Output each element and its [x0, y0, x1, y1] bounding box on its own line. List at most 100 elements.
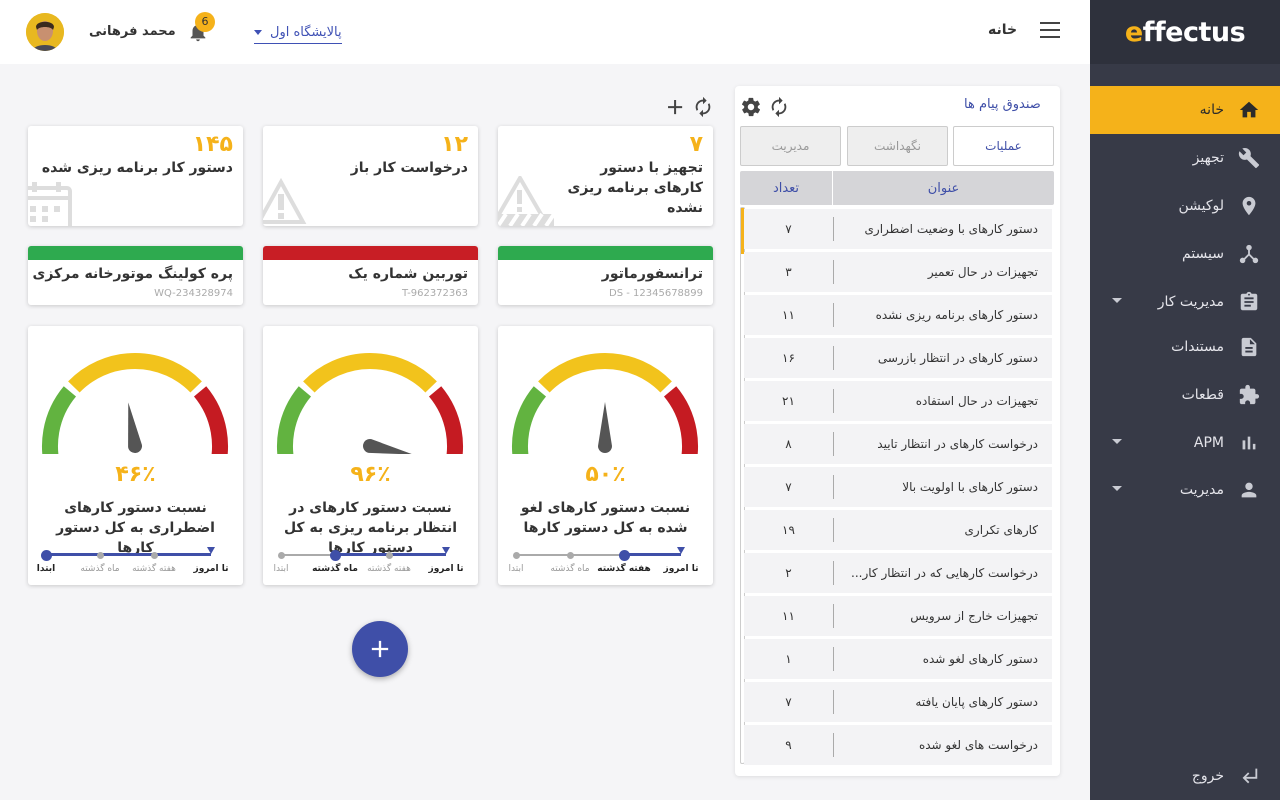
inbox-row[interactable]: تجهیزات در حال تعمیر ۳ — [744, 252, 1052, 292]
slider-handle[interactable] — [329, 549, 341, 561]
column-header-title[interactable]: عنوان — [833, 181, 1054, 196]
sidebar-item-work-management[interactable]: مدیریت کار — [1090, 278, 1280, 326]
tab-operations[interactable]: عملیات — [953, 126, 1054, 166]
add-widget-button[interactable] — [664, 96, 686, 118]
inbox-row-count: ۷ — [785, 480, 792, 494]
slider-label: ابتدا — [508, 564, 524, 574]
column-divider — [833, 733, 834, 757]
slider-label: هفته گذشته — [597, 564, 651, 574]
slider-tick[interactable] — [150, 551, 158, 559]
gauge-card-cancelled-ratio[interactable]: ۵۰٪ نسبت دستور کارهای لغو شده به کل دستو… — [498, 326, 713, 585]
sidebar-item-equipment[interactable]: تجهیز — [1090, 134, 1280, 182]
slider-end-marker[interactable] — [677, 547, 685, 554]
gauge-needle — [363, 439, 412, 454]
sidebar-item-admin[interactable]: مدیریت — [1090, 466, 1280, 514]
inbox-row[interactable]: تجهیزات در حال استفاده ۲۱ — [744, 381, 1052, 421]
effectus-logo[interactable]: effectus — [1090, 0, 1280, 64]
column-divider — [833, 561, 834, 585]
sidebar-item-parts[interactable]: قطعات — [1090, 371, 1280, 419]
gauge-yellow-segment — [538, 353, 672, 393]
inbox-title: صندوق پیام ها — [964, 97, 1041, 112]
gauge-green-segment — [512, 386, 547, 454]
stat-card-unplanned-equipment[interactable]: ۷ تجهیز با دستور کارهای برنامه ریزی نشده — [498, 126, 713, 226]
inbox-row-title: دستور کارهای با اولویت بالا — [902, 480, 1038, 494]
gauge-needle — [128, 402, 142, 453]
slider-label: ماه گذشته — [80, 564, 120, 574]
inbox-row[interactable]: دستور کارهای با وضعیت اضطراری ۷ — [744, 209, 1052, 249]
slider-handle[interactable] — [40, 549, 52, 561]
inbox-row[interactable]: درخواست کارهای در انتظار تایید ۸ — [744, 424, 1052, 464]
asset-card-turbine[interactable]: توربین شماره یک T-962372363 — [263, 246, 478, 305]
inbox-row-title: درخواست کارهایی که در انتظار کار... — [851, 566, 1038, 580]
slider-end-marker[interactable] — [442, 547, 450, 554]
inbox-row-count: ۲ — [785, 566, 792, 580]
slider-end-marker[interactable] — [207, 547, 215, 554]
inbox-refresh-button[interactable] — [768, 96, 790, 118]
inbox-row-count: ۱ — [785, 652, 792, 666]
avatar[interactable] — [26, 13, 64, 51]
slider-label: ابتدا — [36, 564, 56, 574]
sidebar-item-documents[interactable]: مستندات — [1090, 323, 1280, 371]
refresh-dashboard-button[interactable] — [692, 96, 714, 118]
gauge-card-pending-planning-ratio[interactable]: ۹۶٪ نسبت دستور کارهای در انتظار برنامه ر… — [263, 326, 478, 585]
column-divider — [833, 604, 834, 628]
slider-tick[interactable] — [277, 551, 285, 559]
inbox-row-count: ۳ — [785, 265, 792, 279]
refresh-icon — [771, 96, 787, 118]
sidebar-item-label: مدیریت کار — [1157, 294, 1224, 310]
sidebar-item-label: سیستم — [1182, 246, 1224, 262]
tab-management[interactable]: مدیریت — [740, 126, 841, 166]
column-header-count[interactable]: تعداد — [740, 181, 832, 196]
clipboard-icon — [1236, 289, 1262, 315]
inbox-row[interactable]: دستور کارهای پایان یافته ۷ — [744, 682, 1052, 722]
logout-button[interactable]: خروج — [1090, 752, 1280, 800]
slider-tick[interactable] — [566, 551, 574, 559]
asset-card-transformer[interactable]: ترانسفورماتور DS - 12345678899 — [498, 246, 713, 305]
refresh-icon — [695, 96, 711, 118]
column-divider — [833, 303, 834, 327]
tab-maintenance[interactable]: نگهداشت — [847, 126, 948, 166]
column-divider — [833, 475, 834, 499]
sidebar-item-home[interactable]: خانه — [1090, 86, 1280, 134]
sidebar-item-location[interactable]: لوکیشن — [1090, 182, 1280, 230]
inbox-row-title: درخواست های لغو شده — [918, 738, 1038, 752]
inbox-settings-button[interactable] — [740, 96, 762, 118]
sidebar-item-apm[interactable]: APM — [1090, 419, 1280, 467]
logout-arrow-icon — [1236, 763, 1262, 789]
warning-barricade-icon — [498, 176, 556, 226]
inbox-row[interactable]: دستور کارهای با اولویت بالا ۷ — [744, 467, 1052, 507]
asset-code: T-962372363 — [401, 288, 468, 299]
chevron-down-icon[interactable] — [1112, 439, 1122, 444]
inbox-row[interactable]: تجهیزات خارج از سرویس ۱۱ — [744, 596, 1052, 636]
inbox-row[interactable]: درخواست کارهایی که در انتظار کار... ۲ — [744, 553, 1052, 593]
slider-handle[interactable] — [618, 549, 630, 561]
notification-bell[interactable]: 6 — [187, 12, 215, 44]
inbox-row[interactable]: کارهای تکراری ۱۹ — [744, 510, 1052, 550]
inbox-row[interactable]: دستور کارهای لغو شده ۱ — [744, 639, 1052, 679]
inbox-row[interactable]: دستور کارهای برنامه ریزی نشده ۱۱ — [744, 295, 1052, 335]
slider-tick[interactable] — [385, 551, 393, 559]
site-select[interactable]: پالایشگاه اول — [254, 22, 342, 44]
date-range-slider[interactable]: ابتدا ماه گذشته هفته گذشته تا امروز — [37, 547, 228, 574]
asset-card-cooling-fan[interactable]: پره کولینگ موتورخانه مرکزی WQ-234328974 — [28, 246, 243, 305]
date-range-slider[interactable]: ابتدا ماه گذشته هفته گذشته تا امروز — [274, 547, 463, 574]
slider-tick[interactable] — [512, 551, 520, 559]
add-widget-fab[interactable] — [352, 621, 408, 677]
page-title: خانه — [988, 22, 1018, 38]
stat-card-planned-workorders[interactable]: ۱۴۵ دستور کار برنامه ریزی شده — [28, 126, 243, 226]
person-icon — [1236, 477, 1262, 503]
hamburger-menu-icon[interactable] — [1040, 22, 1060, 38]
chevron-down-icon[interactable] — [1112, 298, 1122, 303]
slider-tick[interactable] — [96, 551, 104, 559]
gauge-card-emergency-ratio[interactable]: ۴۶٪ نسبت دستور کارهای اضطراری به کل دستو… — [28, 326, 243, 585]
inbox-row[interactable]: درخواست های لغو شده ۹ — [744, 725, 1052, 765]
date-range-slider[interactable]: ابتدا ماه گذشته هفته گذشته تا امروز — [509, 547, 698, 574]
stat-card-open-requests[interactable]: ۱۲ درخواست کار باز — [263, 126, 478, 226]
inbox-row[interactable]: دستور کارهای در انتظار بازرسی ۱۶ — [744, 338, 1052, 378]
warning-icon — [263, 178, 307, 224]
sidebar-item-system[interactable]: سیستم — [1090, 230, 1280, 278]
gauge-red-segment — [428, 386, 463, 454]
chevron-down-icon[interactable] — [1112, 486, 1122, 491]
user-name[interactable]: محمد فرهانی — [89, 24, 176, 39]
inbox-row-count: ۷ — [785, 222, 792, 236]
